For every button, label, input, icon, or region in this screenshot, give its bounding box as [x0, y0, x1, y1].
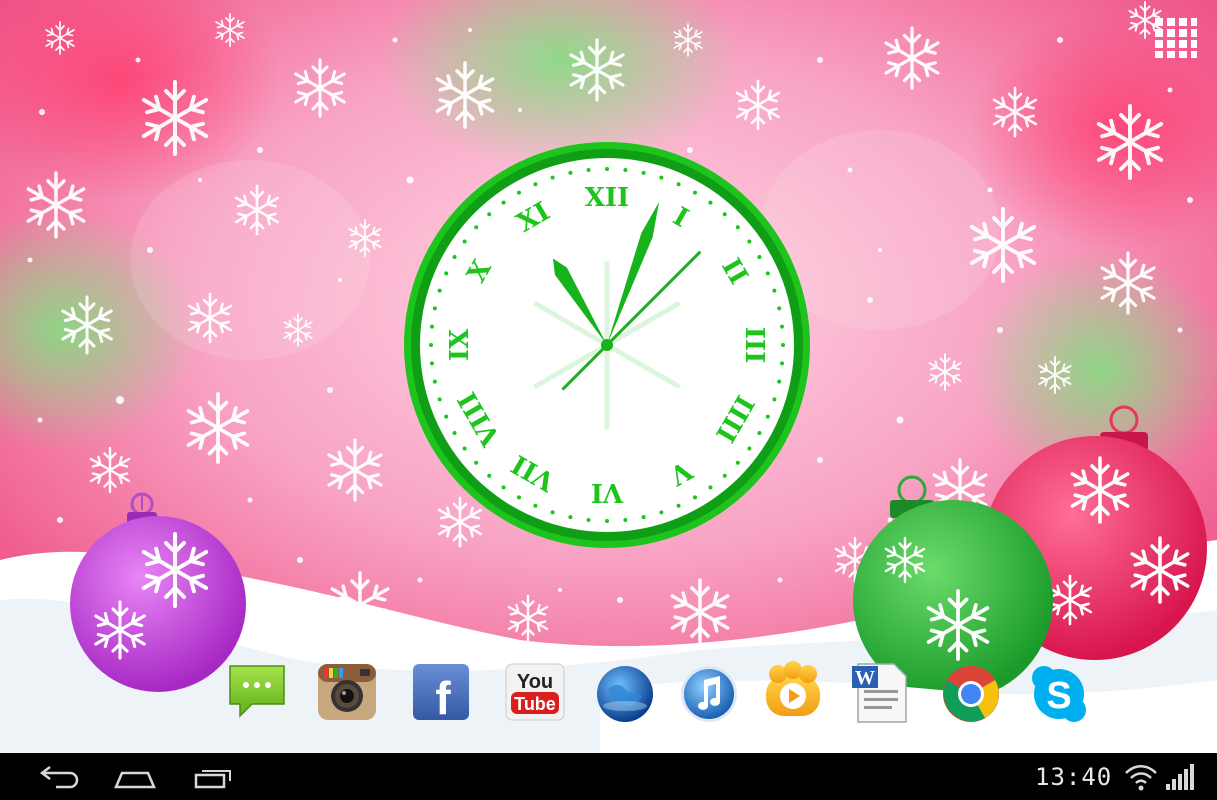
- analog-clock-widget[interactable]: XII I II III IIII V VI VII VIII IX X XI: [400, 138, 814, 552]
- video-player-icon[interactable]: [762, 660, 824, 726]
- apps-grid-icon[interactable]: [1153, 16, 1199, 60]
- clock-numeral: III: [739, 327, 769, 364]
- recents-icon[interactable]: [186, 761, 240, 793]
- globe-icon[interactable]: [594, 660, 656, 726]
- status-time: 13:40: [1035, 763, 1113, 791]
- svg-text:W: W: [855, 667, 875, 689]
- word-document-icon[interactable]: W: [850, 660, 912, 726]
- facebook-icon[interactable]: f: [410, 660, 472, 726]
- camera-icon[interactable]: [316, 660, 378, 726]
- svg-text:Tube: Tube: [514, 694, 556, 714]
- wifi-icon: [1124, 765, 1158, 791]
- signal-icon: [1164, 764, 1194, 792]
- clock-numeral: XII: [585, 183, 630, 213]
- youtube-icon[interactable]: You Tube: [504, 660, 566, 726]
- message-icon[interactable]: [226, 660, 288, 726]
- system-bar: 13:40: [0, 753, 1217, 800]
- skype-icon[interactable]: S: [1028, 660, 1090, 726]
- svg-text:f: f: [435, 672, 451, 724]
- svg-text:You: You: [517, 671, 553, 693]
- svg-text:S: S: [1046, 675, 1071, 717]
- chrome-icon[interactable]: [940, 660, 1002, 726]
- app-dock: f You Tube W S: [222, 660, 1102, 732]
- music-note-icon[interactable]: [678, 660, 740, 726]
- home-screen: XIIIIIIIIIIIIVVIVIIVIIIIXXXI: [0, 0, 1217, 800]
- clock-numeral: IX: [445, 328, 475, 361]
- clock-numeral: VI: [591, 477, 624, 507]
- back-icon[interactable]: [32, 761, 86, 793]
- home-icon[interactable]: [108, 761, 162, 793]
